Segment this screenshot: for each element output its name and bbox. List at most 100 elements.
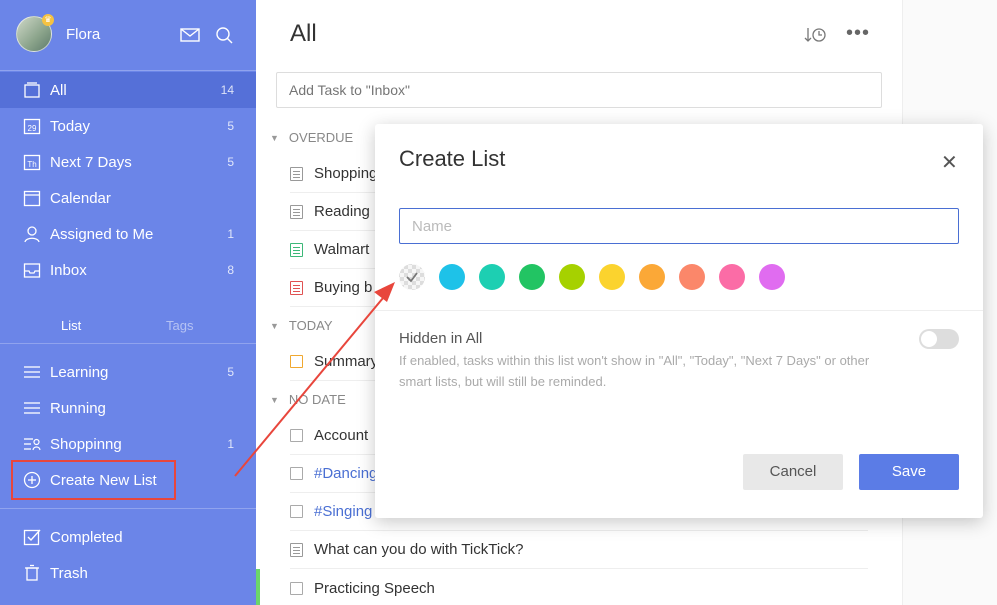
item-count: 1 xyxy=(227,227,234,241)
task-checkbox[interactable] xyxy=(290,581,303,595)
sidebar-item-all[interactable]: All 14 xyxy=(0,72,256,108)
task-title: Walmart xyxy=(314,241,370,258)
sidebar-item-label: Completed xyxy=(50,528,123,546)
sidebar-item-label: Learning xyxy=(50,363,109,381)
list-icon xyxy=(22,362,42,382)
save-button[interactable]: Save xyxy=(859,454,959,490)
sidebar-item-inbox[interactable]: Inbox 8 xyxy=(0,252,256,288)
divider xyxy=(375,310,983,311)
sidebar-item-trash[interactable]: Trash xyxy=(0,555,256,591)
crown-icon: ♛ xyxy=(42,14,54,26)
profile-header: ♛ Flora xyxy=(0,0,256,70)
sidebar-item-assigned-to-me[interactable]: Assigned to Me 1 xyxy=(0,216,256,252)
color-swatch-green[interactable] xyxy=(519,264,545,290)
page-title: All xyxy=(290,20,317,47)
username: Flora xyxy=(66,26,101,43)
trash-icon xyxy=(22,563,42,583)
calendar-icon xyxy=(22,188,42,208)
sidebar: ♛ Flora All 14 29 Today 5 Th Next 7 Days… xyxy=(0,0,256,605)
sidebar-item-label: All xyxy=(50,81,67,99)
list-tags-tabs: List Tags xyxy=(0,310,256,342)
svg-text:29: 29 xyxy=(28,124,37,133)
sidebar-item-next-7-days[interactable]: Th Next 7 Days 5 xyxy=(0,144,256,180)
group-header-overdue[interactable]: ▼ OVERDUE xyxy=(270,130,353,145)
annotation-highlight-box xyxy=(11,460,176,500)
add-task-input[interactable] xyxy=(276,72,882,108)
inbox-icon xyxy=(22,260,42,280)
tab-list[interactable]: List xyxy=(61,318,81,333)
task-row[interactable]: What can you do with TickTick? xyxy=(290,531,868,569)
color-swatch-purple[interactable] xyxy=(759,264,785,290)
list-icon xyxy=(22,398,42,418)
close-icon[interactable]: ✕ xyxy=(941,150,958,175)
more-options-icon[interactable]: ••• xyxy=(846,22,870,45)
task-title: #Dancing xyxy=(314,465,378,482)
color-swatch-orange[interactable] xyxy=(639,264,665,290)
list-name-input[interactable] xyxy=(399,208,959,244)
task-title: Summary xyxy=(314,353,379,370)
divider xyxy=(0,70,256,71)
color-swatch-salmon[interactable] xyxy=(679,264,705,290)
sidebar-item-shoppinng[interactable]: Shoppinng 1 xyxy=(0,426,256,462)
task-checkbox[interactable] xyxy=(290,467,303,480)
item-count: 5 xyxy=(227,119,234,133)
color-swatch-cyan[interactable] xyxy=(439,264,465,290)
dialog-title: Create List xyxy=(399,146,506,171)
item-count: 5 xyxy=(227,365,234,379)
task-row[interactable]: Practicing Speech xyxy=(290,569,868,605)
divider xyxy=(0,343,256,344)
group-header-no-date[interactable]: ▼ NO DATE xyxy=(270,392,346,407)
hidden-in-all-toggle[interactable] xyxy=(919,329,959,349)
item-count: 14 xyxy=(220,83,234,97)
sidebar-item-label: Inbox xyxy=(50,261,87,279)
item-count: 5 xyxy=(227,155,234,169)
task-title: Shopping xyxy=(314,165,378,182)
color-swatch-lime[interactable] xyxy=(559,264,585,290)
svg-text:Th: Th xyxy=(27,160,36,169)
shared-list-icon xyxy=(22,434,42,454)
sidebar-item-running[interactable]: Running xyxy=(0,390,256,426)
drag-indicator xyxy=(256,569,260,605)
collapse-caret-icon: ▼ xyxy=(270,394,279,405)
note-icon[interactable] xyxy=(290,280,303,295)
person-icon xyxy=(22,224,42,244)
color-swatch-teal[interactable] xyxy=(479,264,505,290)
task-checkbox[interactable] xyxy=(290,355,303,368)
sort-by-time-icon[interactable] xyxy=(804,25,828,45)
sidebar-item-label: Running xyxy=(50,399,106,417)
sidebar-item-label: Trash xyxy=(50,564,88,582)
sidebar-item-learning[interactable]: Learning 5 xyxy=(0,354,256,390)
task-checkbox[interactable] xyxy=(290,505,303,518)
task-title: Reading xyxy=(314,203,370,220)
note-icon[interactable] xyxy=(290,542,303,557)
color-swatch-yellow[interactable] xyxy=(599,264,625,290)
search-icon[interactable] xyxy=(215,26,235,44)
sidebar-item-calendar[interactable]: Calendar xyxy=(0,180,256,216)
color-swatch-none[interactable] xyxy=(399,264,425,290)
hidden-in-all-label: Hidden in All xyxy=(399,330,483,347)
collapse-caret-icon: ▼ xyxy=(270,320,279,331)
color-swatch-pink[interactable] xyxy=(719,264,745,290)
calendar-day-icon: 29 xyxy=(22,116,42,136)
task-title: What can you do with TickTick? xyxy=(314,541,524,558)
item-count: 1 xyxy=(227,437,234,451)
note-icon[interactable] xyxy=(290,204,303,219)
sidebar-item-completed[interactable]: Completed xyxy=(0,519,256,555)
group-header-today[interactable]: ▼ TODAY xyxy=(270,318,333,333)
hidden-in-all-description: If enabled, tasks within this list won't… xyxy=(399,353,870,389)
toggle-knob xyxy=(921,331,937,347)
task-title: #Singing xyxy=(314,503,373,520)
mail-icon[interactable] xyxy=(180,26,200,44)
task-checkbox[interactable] xyxy=(290,429,303,442)
collapse-caret-icon: ▼ xyxy=(270,132,279,143)
sidebar-item-today[interactable]: 29 Today 5 xyxy=(0,108,256,144)
note-icon[interactable] xyxy=(290,166,303,181)
divider xyxy=(0,508,256,509)
task-title: Buying b xyxy=(314,279,373,296)
check-square-icon xyxy=(22,527,42,547)
note-icon[interactable] xyxy=(290,242,303,257)
cancel-button[interactable]: Cancel xyxy=(743,454,843,490)
tab-tags[interactable]: Tags xyxy=(166,318,193,333)
item-count: 8 xyxy=(227,263,234,277)
sidebar-item-label: Shoppinng xyxy=(50,435,122,453)
